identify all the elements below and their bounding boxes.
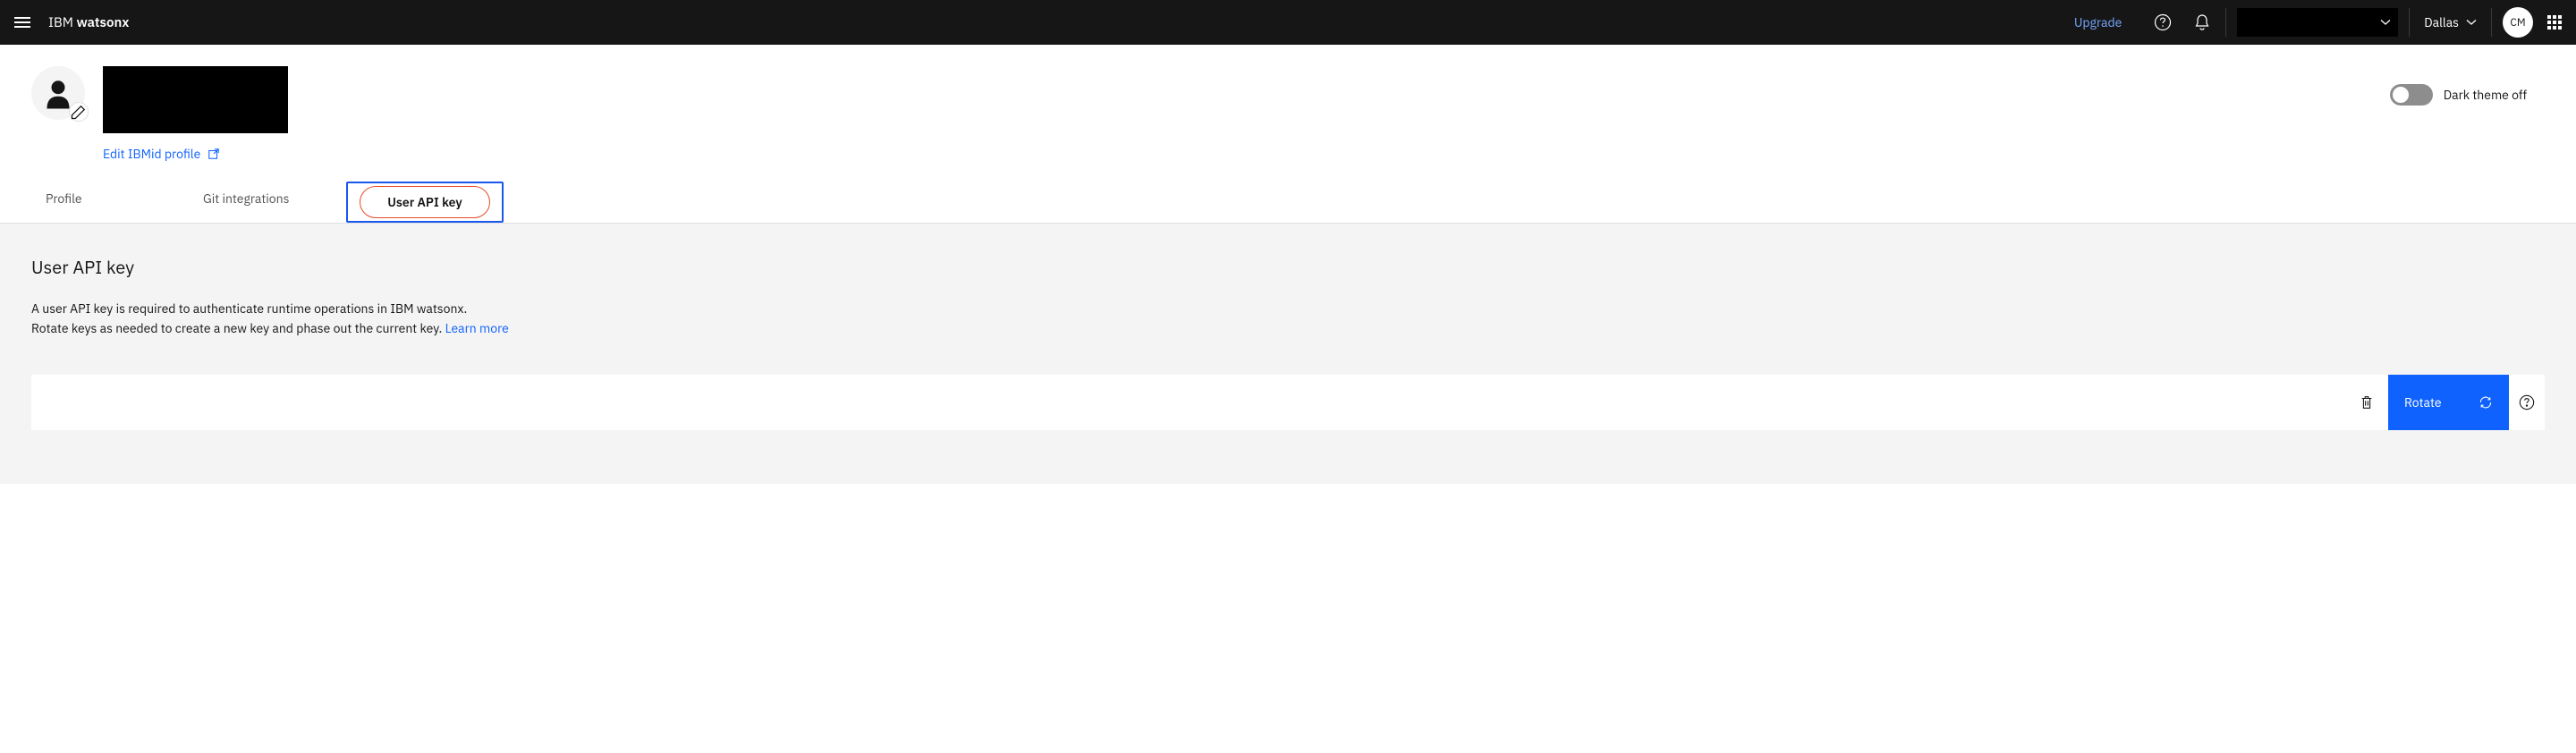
profile-name-redacted [103,66,288,133]
pencil-icon [70,94,88,130]
divider [2491,8,2492,37]
menu-icon[interactable] [14,17,30,28]
account-dropdown[interactable] [2237,8,2398,37]
chevron-down-icon [2466,19,2477,26]
delete-key-button[interactable] [2345,381,2388,424]
top-header: IBM watsonx Upgrade Dallas CM [0,0,2576,45]
rotate-icon [2479,395,2493,410]
app-switcher-icon[interactable] [2547,15,2562,30]
dark-theme-switch[interactable] [2390,84,2433,106]
edit-avatar-button[interactable] [69,102,89,122]
region-dropdown[interactable]: Dallas [2424,14,2477,30]
tab-user-api-key[interactable]: User API key [346,182,504,223]
notification-icon[interactable] [2193,13,2211,31]
avatar[interactable]: CM [2503,7,2533,38]
learn-more-link[interactable]: Learn more [445,320,509,336]
tab-git-integrations[interactable]: Git integrations [189,180,346,223]
region-label: Dallas [2424,14,2459,30]
theme-label: Dark theme off [2444,87,2527,103]
tab-profile[interactable]: Profile [31,180,189,223]
trash-icon [2359,394,2375,410]
tabs: Profile Git integrations User API key [0,180,2576,224]
divider [2409,8,2410,37]
divider [2225,8,2226,37]
profile-info: Edit IBMid profile [103,66,288,162]
profile-section: Edit IBMid profile Dark theme off [0,45,2576,162]
help-button[interactable] [2509,394,2545,410]
help-icon[interactable] [2154,13,2172,31]
page-title: User API key [31,255,2545,279]
page-description: A user API key is required to authentica… [31,299,2545,339]
help-icon [2519,394,2535,410]
edit-ibmid-link[interactable]: Edit IBMid profile [103,146,288,162]
profile-avatar [31,66,85,120]
brand-logo[interactable]: IBM watsonx [48,14,129,31]
chevron-down-icon [2380,19,2391,26]
theme-toggle: Dark theme off [2390,84,2527,106]
upgrade-link[interactable]: Upgrade [2074,14,2122,30]
api-key-row: Rotate [31,375,2545,430]
content-area: User API key A user API key is required … [0,224,2576,484]
rotate-key-button[interactable]: Rotate [2388,375,2509,430]
external-link-icon [208,148,220,160]
